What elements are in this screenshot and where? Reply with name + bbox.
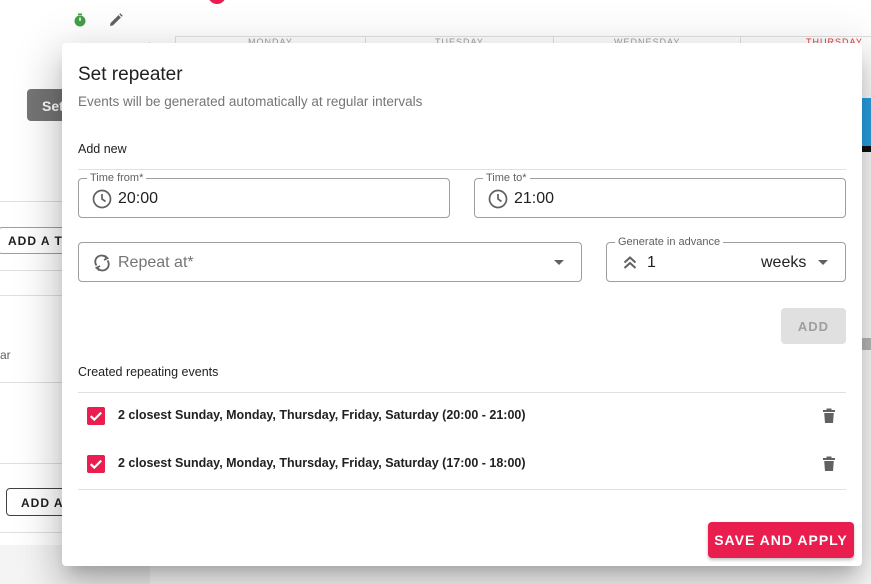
unit-select[interactable]: weeks [761, 253, 806, 273]
trash-icon[interactable] [822, 408, 836, 424]
repeat-at-placeholder: Repeat at* [118, 254, 194, 271]
dialog-subtitle: Events will be generated automatically a… [78, 94, 423, 109]
dialog-title: Set repeater [78, 64, 183, 85]
time-to-value: 21:00 [514, 190, 555, 207]
chevron-down-icon[interactable] [554, 260, 564, 265]
pencil-icon[interactable] [109, 13, 123, 27]
divider [78, 489, 846, 490]
generate-in-advance-value[interactable]: 1 [647, 253, 656, 273]
partial-label: ar [0, 348, 11, 362]
set-repeater-dialog: Set repeater Events will be generated au… [62, 43, 862, 566]
add-new-label: Add new [78, 142, 127, 156]
time-from-value: 20:00 [118, 190, 159, 207]
event-description: 2 closest Sunday, Monday, Thursday, Frid… [118, 456, 526, 470]
clock-icon [92, 189, 112, 209]
time-from-field[interactable]: Time from* 20:00 [78, 171, 450, 218]
time-from-label: Time from* [87, 171, 147, 185]
double-chevron-up-icon[interactable] [621, 254, 639, 272]
generate-in-advance-field[interactable]: Generate in advance 1 weeks [606, 235, 846, 282]
divider [78, 169, 846, 170]
event-description: 2 closest Sunday, Monday, Thursday, Frid… [118, 408, 526, 422]
add-button[interactable]: ADD [781, 308, 846, 344]
clock-icon [488, 189, 508, 209]
trash-icon[interactable] [822, 456, 836, 472]
left-panel-header [0, 0, 150, 42]
repeat-at-select[interactable]: Repeat at* [78, 242, 582, 282]
time-to-field[interactable]: Time to* 21:00 [474, 171, 846, 218]
event-checkbox[interactable] [87, 455, 105, 473]
scrollbar-thumb[interactable] [862, 338, 871, 350]
stopwatch-icon[interactable] [73, 13, 87, 27]
event-checkbox[interactable] [87, 407, 105, 425]
time-to-label: Time to* [483, 171, 530, 185]
generate-in-advance-label: Generate in advance [615, 235, 724, 249]
created-events-label: Created repeating events [78, 365, 219, 379]
repeat-icon [94, 254, 110, 272]
calendar-event-edge [862, 146, 871, 152]
list-item: 2 closest Sunday, Monday, Thursday, Frid… [78, 441, 846, 489]
save-and-apply-button[interactable]: SAVE AND APPLY [708, 522, 854, 558]
list-item: 2 closest Sunday, Monday, Thursday, Frid… [78, 393, 846, 441]
calendar-event-block[interactable] [862, 98, 871, 148]
chevron-down-icon[interactable] [818, 260, 828, 265]
